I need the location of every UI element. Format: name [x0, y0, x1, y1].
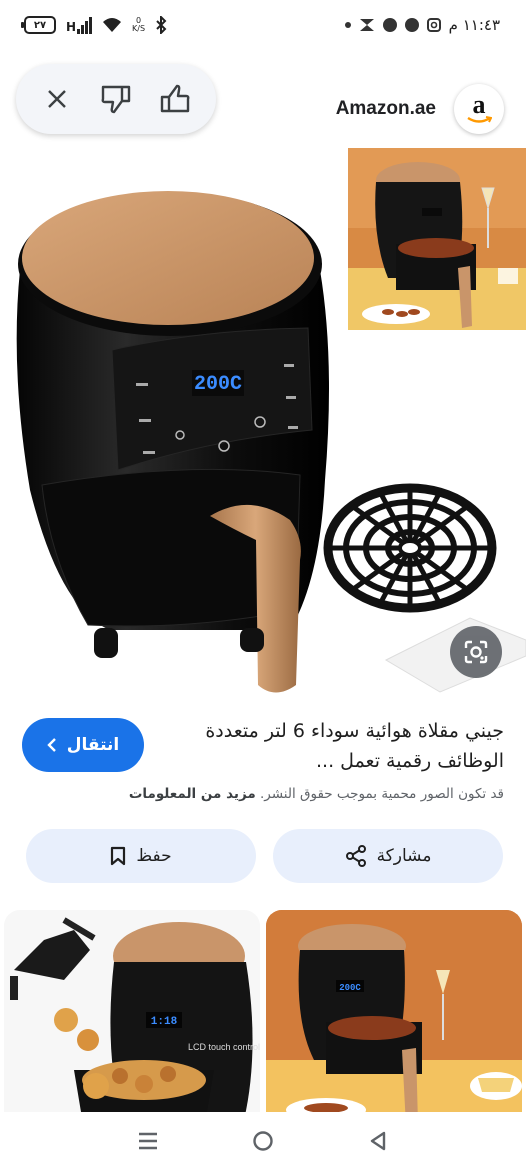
visit-label: انتقال — [66, 735, 120, 755]
status-icons-right: ١١:٤٣ م — [344, 16, 500, 34]
share-icon — [345, 845, 366, 867]
product-title[interactable]: جيني مقلاة هوائية سوداء 6 لتر متعددة الو… — [164, 716, 504, 776]
share-button[interactable]: مشاركة — [273, 829, 503, 883]
copyright-notice: قد تكون الصور محمية بموجب حقوق النشر. مز… — [129, 786, 504, 802]
status-time: ١١:٤٣ م — [448, 16, 500, 34]
save-button[interactable]: حفظ — [26, 829, 256, 883]
inbox-icon — [359, 19, 374, 31]
battery-icon: ٢٧ — [21, 16, 56, 34]
network-type: H — [66, 20, 77, 34]
battery-level: ٢٧ — [33, 19, 47, 31]
bookmark-icon — [111, 846, 126, 866]
chevron-left-icon — [47, 738, 56, 752]
display-reading: 200C — [194, 373, 242, 396]
menu-icon — [138, 1132, 157, 1149]
back-button[interactable] — [358, 1121, 398, 1161]
related-kitchen-scene: 200C — [266, 910, 522, 1130]
more-info-link[interactable]: مزيد من المعلومات — [129, 786, 256, 802]
dot-icon — [344, 22, 351, 28]
copyright-text: قد تكون الصور محمية بموجب حقوق النشر. — [260, 786, 504, 802]
source-link[interactable]: Amazon.ae a — [336, 84, 504, 134]
feedback-pill — [16, 64, 216, 134]
amazon-logo: a — [454, 84, 504, 134]
status-bar: ٢٧ H 0 K/S ١١:٤٣ م — [0, 0, 526, 56]
back-icon — [371, 1131, 386, 1150]
visit-button[interactable]: انتقال — [22, 718, 144, 772]
related-display: 1:18 — [151, 1016, 178, 1028]
grill-rack — [323, 483, 497, 613]
status-icons-left: ٢٧ H 0 K/S — [21, 16, 167, 34]
related-image-left[interactable]: 1:18 LCD touch control — [4, 910, 260, 1130]
lens-icon — [464, 640, 488, 664]
smile-icon — [467, 116, 492, 123]
kitchen-scene-illustration — [348, 148, 526, 330]
related-right-display: 200C — [339, 983, 361, 993]
like-button[interactable] — [153, 77, 197, 121]
thumbs-up-icon — [160, 84, 190, 113]
close-icon — [48, 90, 67, 108]
lcd-caption: LCD touch control — [188, 1042, 260, 1052]
logo-letter: a — [472, 90, 486, 119]
related-fryer-with-food: 1:18 LCD touch control — [4, 910, 260, 1130]
wifi-icon — [103, 18, 122, 32]
thumbs-down-icon — [101, 85, 131, 114]
share-label: مشاركة — [376, 846, 432, 866]
home-icon — [253, 1130, 273, 1151]
facebook-icon — [382, 18, 397, 32]
instagram-icon — [426, 18, 441, 32]
messenger-icon — [404, 18, 419, 32]
close-button[interactable] — [35, 77, 79, 121]
product-thumbnail[interactable] — [348, 148, 526, 330]
lens-search-button[interactable] — [450, 626, 502, 678]
bluetooth-icon — [156, 16, 167, 34]
system-nav-bar — [0, 1112, 526, 1169]
recents-button[interactable] — [128, 1121, 168, 1161]
signal-icon: H — [66, 16, 93, 34]
dislike-button[interactable] — [94, 77, 138, 121]
home-button[interactable] — [243, 1121, 283, 1161]
source-name: Amazon.ae — [335, 98, 436, 119]
save-label: حفظ — [136, 846, 172, 866]
network-speed: 0 K/S — [132, 16, 146, 33]
related-image-right[interactable]: 200C — [266, 910, 522, 1130]
